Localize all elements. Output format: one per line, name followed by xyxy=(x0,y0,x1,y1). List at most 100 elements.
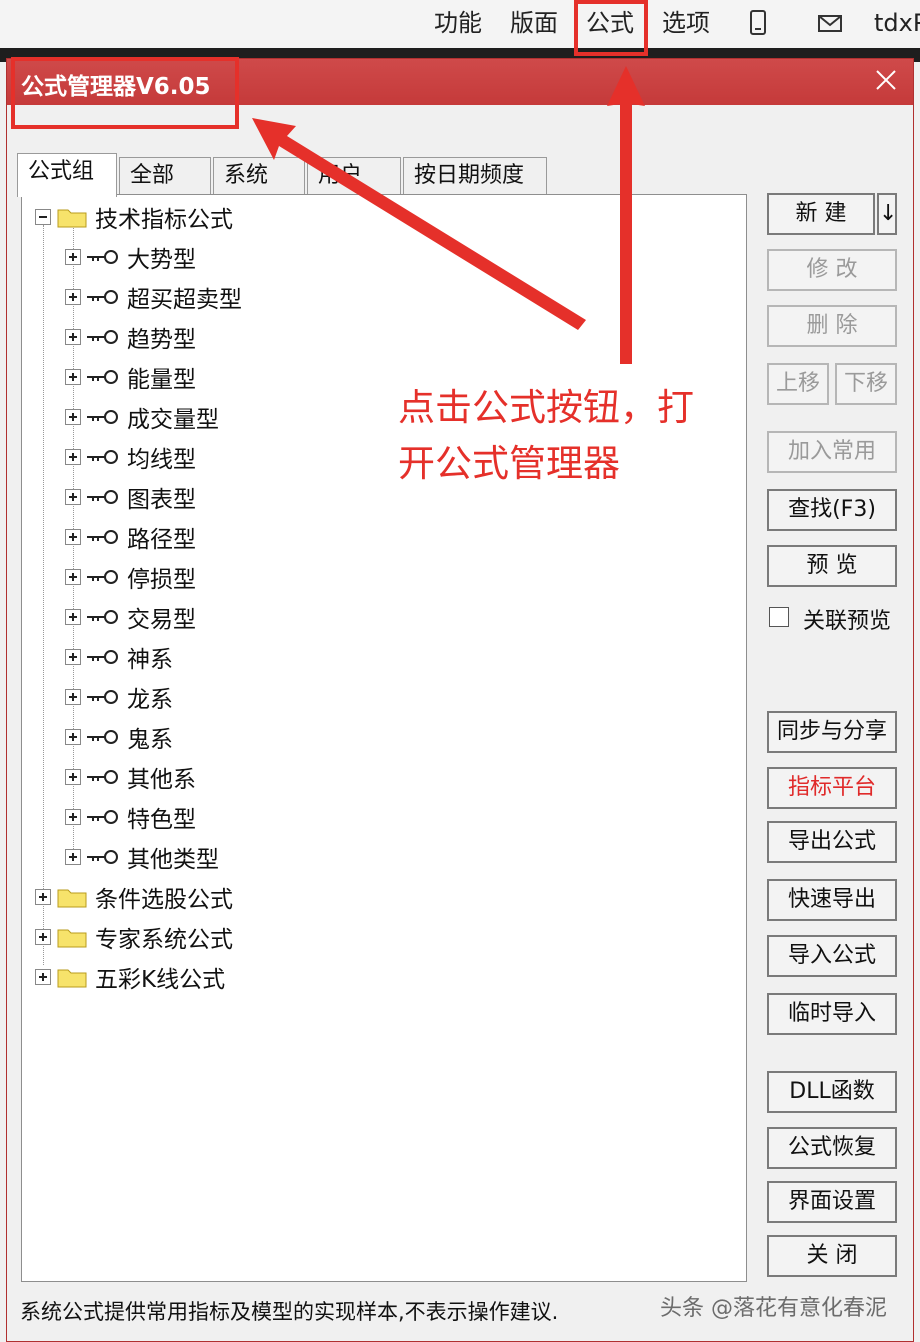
folder-icon xyxy=(57,969,87,988)
tree-child[interactable]: 其他类型 xyxy=(65,839,219,875)
tree-child[interactable]: 超买超卖型 xyxy=(65,279,242,315)
tab-system[interactable]: 系统 xyxy=(213,157,305,195)
expand-icon[interactable] xyxy=(65,729,81,745)
tree-child[interactable]: 均线型 xyxy=(65,439,196,475)
export-formula-button[interactable]: 导出公式 xyxy=(767,821,897,863)
folder-icon xyxy=(57,889,87,908)
expand-icon[interactable] xyxy=(35,889,51,905)
expand-icon[interactable] xyxy=(65,849,81,865)
tree-child[interactable]: 交易型 xyxy=(65,599,196,635)
tree-child-label: 路径型 xyxy=(127,527,196,553)
user-name[interactable]: tdxP xyxy=(874,6,920,40)
key-icon xyxy=(87,530,118,544)
annotation-line-2: 开公式管理器 xyxy=(398,442,620,485)
title-highlight-box xyxy=(11,57,239,129)
tree-child[interactable]: 路径型 xyxy=(65,519,196,555)
expand-icon[interactable] xyxy=(65,649,81,665)
expand-icon[interactable] xyxy=(35,929,51,945)
menu-function[interactable]: 功能 xyxy=(432,6,484,40)
key-icon xyxy=(87,450,118,464)
expand-icon[interactable] xyxy=(65,329,81,345)
tree-child[interactable]: 趋势型 xyxy=(65,319,196,355)
expand-icon[interactable] xyxy=(65,529,81,545)
key-icon xyxy=(87,850,118,864)
mail-icon[interactable] xyxy=(816,9,844,37)
expand-icon[interactable] xyxy=(65,249,81,265)
tree-node-expert-system[interactable]: 专家系统公式 xyxy=(35,919,233,955)
menu-layout[interactable]: 版面 xyxy=(508,6,560,40)
tree-child-label: 鬼系 xyxy=(127,727,173,753)
tree-child[interactable]: 特色型 xyxy=(65,799,196,835)
close-button[interactable]: 关 闭 xyxy=(767,1235,897,1277)
move-up-button[interactable]: 上移 xyxy=(767,363,829,405)
preview-button[interactable]: 预 览 xyxy=(767,545,897,587)
tab-user[interactable]: 用户 xyxy=(307,157,401,195)
close-icon[interactable] xyxy=(871,65,901,95)
tree-child[interactable]: 其他系 xyxy=(65,759,196,795)
tree-node-label: 条件选股公式 xyxy=(95,887,233,913)
key-icon xyxy=(87,690,118,704)
tab-all[interactable]: 全部 xyxy=(119,157,211,195)
formula-restore-button[interactable]: 公式恢复 xyxy=(767,1127,897,1169)
expand-icon[interactable] xyxy=(65,289,81,305)
move-down-button[interactable]: 下移 xyxy=(835,363,897,405)
tree-child[interactable]: 成交量型 xyxy=(65,399,219,435)
tree-child-label: 趋势型 xyxy=(127,327,196,353)
ui-settings-button[interactable]: 界面设置 xyxy=(767,1181,897,1223)
formula-tree[interactable]: 技术指标公式 大势型 超买超卖型 趋势型 能量型 成交量型 均线型 图表型 路径… xyxy=(21,194,747,1282)
sync-share-button[interactable]: 同步与分享 xyxy=(767,711,897,753)
expand-icon[interactable] xyxy=(65,449,81,465)
formula-menu-highlight xyxy=(574,0,648,56)
tree-child[interactable]: 大势型 xyxy=(65,239,196,275)
phone-icon[interactable] xyxy=(744,9,772,37)
modify-button[interactable]: 修 改 xyxy=(767,249,897,291)
tree-node-stock-picking[interactable]: 条件选股公式 xyxy=(35,879,233,915)
link-preview-checkbox[interactable] xyxy=(769,607,789,627)
tree-child-label: 停损型 xyxy=(127,567,196,593)
key-icon xyxy=(87,290,118,304)
key-icon xyxy=(87,610,118,624)
menu-options[interactable]: 选项 xyxy=(660,6,712,40)
expand-icon[interactable] xyxy=(65,769,81,785)
expand-icon[interactable] xyxy=(65,569,81,585)
find-button[interactable]: 查找(F3) xyxy=(767,489,897,531)
tree-child[interactable]: 图表型 xyxy=(65,479,196,515)
key-icon xyxy=(87,730,118,744)
tree-child-label: 龙系 xyxy=(127,687,173,713)
key-icon xyxy=(87,410,118,424)
annotation-line-1: 点击公式按钮，打 xyxy=(398,386,694,429)
import-formula-button[interactable]: 导入公式 xyxy=(767,935,897,977)
tab-by-date-frequency[interactable]: 按日期频度 xyxy=(403,157,547,195)
delete-button[interactable]: 删 除 xyxy=(767,305,897,347)
expand-icon[interactable] xyxy=(65,369,81,385)
expand-icon[interactable] xyxy=(65,689,81,705)
expand-icon[interactable] xyxy=(65,809,81,825)
tree-child-label: 成交量型 xyxy=(127,407,219,433)
new-button[interactable]: 新 建 xyxy=(767,193,875,235)
indicator-platform-button[interactable]: 指标平台 xyxy=(767,767,897,809)
tree-child[interactable]: 神系 xyxy=(65,639,173,675)
expand-icon[interactable] xyxy=(65,409,81,425)
tree-child[interactable]: 停损型 xyxy=(65,559,196,595)
new-dropdown-button[interactable]: ↓ xyxy=(877,193,897,235)
collapse-icon[interactable] xyxy=(35,209,51,225)
tree-node-technical[interactable]: 技术指标公式 xyxy=(35,199,233,235)
tree-child[interactable]: 龙系 xyxy=(65,679,173,715)
expand-icon[interactable] xyxy=(65,609,81,625)
tab-formula-group[interactable]: 公式组 xyxy=(17,153,117,197)
tree-node-color-kline[interactable]: 五彩K线公式 xyxy=(35,959,225,995)
tree-child[interactable]: 能量型 xyxy=(65,359,196,395)
key-icon xyxy=(87,250,118,264)
tree-child-label: 超买超卖型 xyxy=(127,287,242,313)
temp-import-button[interactable]: 临时导入 xyxy=(767,993,897,1035)
key-icon xyxy=(87,330,118,344)
quick-export-button[interactable]: 快速导出 xyxy=(767,879,897,921)
dll-function-button[interactable]: DLL函数 xyxy=(767,1071,897,1113)
expand-icon[interactable] xyxy=(65,489,81,505)
tree-node-label: 专家系统公式 xyxy=(95,927,233,953)
tree-child-label: 图表型 xyxy=(127,487,196,513)
expand-icon[interactable] xyxy=(35,969,51,985)
tree-child[interactable]: 鬼系 xyxy=(65,719,173,755)
key-icon xyxy=(87,770,118,784)
add-common-button[interactable]: 加入常用 xyxy=(767,431,897,473)
